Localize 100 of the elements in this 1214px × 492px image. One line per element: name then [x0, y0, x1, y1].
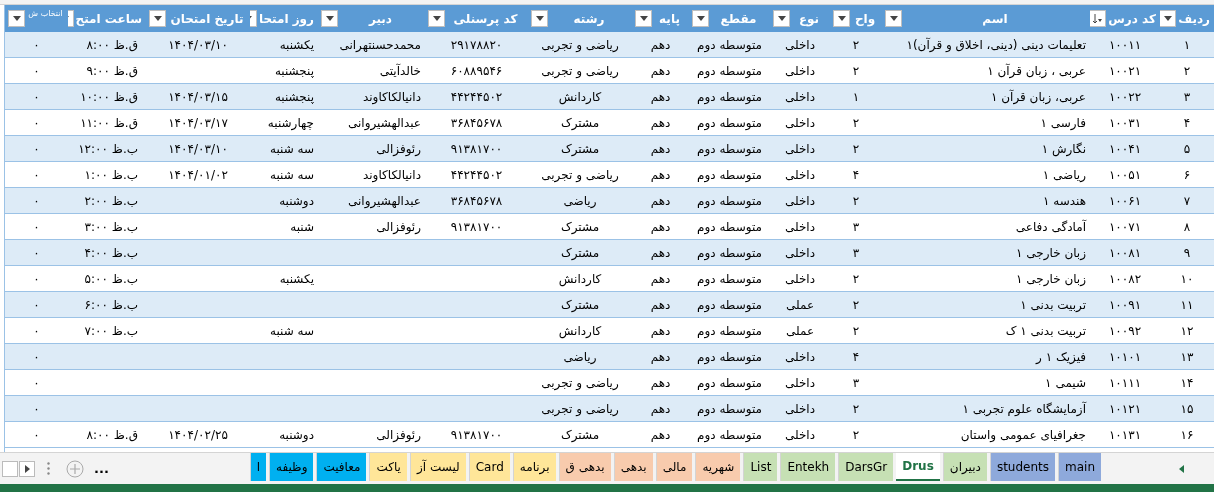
sheet-tab[interactable]: Drus [896, 453, 940, 481]
table-cell-text: ۱۴۰۴/۰۲/۲۵ [168, 426, 228, 444]
table-cell-text: فیزیک ۱ ر [1036, 348, 1086, 366]
sheet-tab[interactable]: DarsGr [838, 453, 894, 481]
table-cell-text: دهم [650, 114, 671, 132]
table-cell-text: دهم [650, 296, 671, 314]
dropdown-arrow-icon [837, 16, 846, 21]
table-cell-text: ۰ [33, 166, 40, 184]
table-cell-text: دهم [650, 400, 671, 418]
table-cell-text: دهم [650, 322, 671, 340]
sheet-tab[interactable]: مالی [655, 453, 693, 481]
left-triangle-icon[interactable] [1179, 464, 1184, 473]
table-cell-text: ۱۰۰۸۱ [1108, 244, 1142, 262]
filter-dropdown-button[interactable] [8, 10, 25, 27]
sheet-tab[interactable]: Card [468, 453, 510, 481]
table-cell-text: ریاضی و تجربی [541, 400, 619, 418]
table-cell-text: مشترک [560, 140, 600, 158]
table-cell-text: ۰ [33, 140, 40, 158]
table-cell-text: کاردانش [558, 88, 602, 106]
sheet-tab[interactable]: main [1058, 453, 1101, 481]
table-cell-text: ب.ظ ۱۲:۰۰ [78, 140, 138, 158]
filter-dropdown-button[interactable] [1160, 10, 1177, 27]
table-cell-text: متوسطه دوم [697, 296, 762, 314]
filter-dropdown-button[interactable] [885, 10, 902, 27]
table-cell-text: دهم [650, 36, 671, 54]
filter-dropdown-button[interactable] [833, 10, 850, 27]
filter-dropdown-button[interactable] [635, 10, 652, 27]
table-cell-text: ۰ [33, 36, 40, 54]
filter-dropdown-button[interactable] [321, 10, 338, 27]
table-cell-text: داخلی [784, 218, 816, 236]
table-cell-text: ۰ [33, 62, 40, 80]
table-cell-text: ریاضی و تجربی [541, 62, 619, 80]
table-cell-text: ۱۴۰۴/۰۳/۱۰ [168, 36, 228, 54]
table-cell-text: متوسطه دوم [697, 62, 762, 80]
sheet-tab[interactable]: وظیفه [268, 453, 314, 481]
table-cell-text: شیمی ۱ [1045, 374, 1086, 392]
table-cell-text: ۱۱ [1180, 296, 1194, 314]
table-cell-text: ۰ [33, 218, 40, 236]
sheet-tab[interactable]: شهریه [695, 453, 741, 481]
sort-filter-button[interactable] [1090, 10, 1107, 27]
sheet-tab[interactable]: برنامه [512, 453, 556, 481]
filter-dropdown-button[interactable] [531, 10, 548, 27]
filter-dropdown-button[interactable] [149, 10, 166, 27]
table-cell-text: ۹۱۳۸۱۷۰۰ [450, 140, 503, 158]
table-cell-text: ۱۴ [1180, 374, 1194, 392]
table-cell-text: ۲ [852, 296, 860, 314]
sheet-tab[interactable]: Entekh [780, 453, 836, 481]
sheet-tab[interactable]: بدهی ق [558, 453, 611, 481]
table-cell-text: ۳ [852, 244, 860, 262]
table-cell-text: داخلی [784, 270, 816, 288]
filter-dropdown-button[interactable] [773, 10, 790, 27]
sheet-tab[interactable]: students [989, 453, 1055, 481]
sheet-tab[interactable]: ا [249, 453, 266, 481]
table-cell-text: متوسطه دوم [697, 426, 762, 444]
filter-dropdown-button[interactable] [692, 10, 709, 27]
scroll-tabs-right-button[interactable] [19, 460, 35, 477]
table-cell-text: سه شنبه [269, 322, 314, 340]
table-cell-text: ۱۰۱۱۱ [1108, 374, 1142, 392]
table-cell-text: سه شنبه [269, 166, 314, 184]
table-cell-text: زبان خارجی ۱ [1016, 244, 1086, 262]
table-cell-text: رئوفزالی [376, 140, 421, 158]
table-cell-text: تربیت بدنی ۱ ک [1005, 322, 1086, 340]
table-cell-text: ۹۱۳۸۱۷۰۰ [450, 218, 503, 236]
table-cell-text: ۲ [852, 114, 860, 132]
table-cell-text: ۱۰۰۲۲ [1108, 88, 1142, 106]
dropdown-arrow-icon [639, 16, 648, 21]
table-cell-text: ریاضی [563, 192, 597, 210]
table-cell-text: متوسطه دوم [697, 374, 762, 392]
dropdown-arrow-icon [325, 16, 334, 21]
sheet-tab[interactable]: List [743, 453, 778, 481]
table-cell-text: ۲۹۱۷۸۸۲۰ [450, 36, 503, 54]
table-cell-text: دوشنبه [279, 426, 314, 444]
table-cell-text: محمدحسنتهرانی [339, 36, 421, 54]
table-cell-text: دهم [650, 244, 671, 262]
table-cell-text: ۱۰۰۷۱ [1108, 218, 1142, 236]
sheet-tab[interactable]: لیست آز [409, 453, 466, 481]
table-cell-text: ۶۰۸۸۹۵۴۶ [450, 62, 503, 80]
sheet-tab[interactable]: دبیران [942, 453, 987, 481]
table-cell-text: سه شنبه [269, 140, 314, 158]
table-cell-text: متوسطه دوم [697, 192, 762, 210]
table-cell-text: ریاضی و تجربی [541, 36, 619, 54]
table-cell-text: ۰ [33, 348, 40, 366]
table-cell-text: ۱۰۰۹۱ [1108, 296, 1142, 314]
more-options-icon[interactable] [47, 462, 50, 475]
table-cell-text: یکشنبه [279, 36, 314, 54]
table-cell-text: ۲ [852, 192, 860, 210]
table-cell-text: دوشنبه [279, 192, 314, 210]
table-cell-text: داخلی [784, 88, 816, 106]
table-cell-text: هندسه ۱ [1043, 192, 1086, 210]
more-tabs-ellipsis[interactable]: ... [94, 458, 109, 479]
filter-dropdown-button[interactable] [428, 10, 445, 27]
dropdown-arrow-icon [777, 16, 786, 21]
sheet-tab[interactable]: یاکت [369, 453, 407, 481]
table-cell-text: ۲ [852, 270, 860, 288]
sheet-tab[interactable]: بدهی [613, 453, 653, 481]
sort-icon [1092, 13, 1104, 24]
table-cell-text: ۱۰۰۳۱ [1108, 114, 1142, 132]
table-cell-text: ۱۰۰۱۱ [1108, 36, 1142, 54]
table-cell-text: عبدالهشیروانی [347, 192, 421, 210]
sheet-tab[interactable]: معافیت [316, 453, 367, 481]
